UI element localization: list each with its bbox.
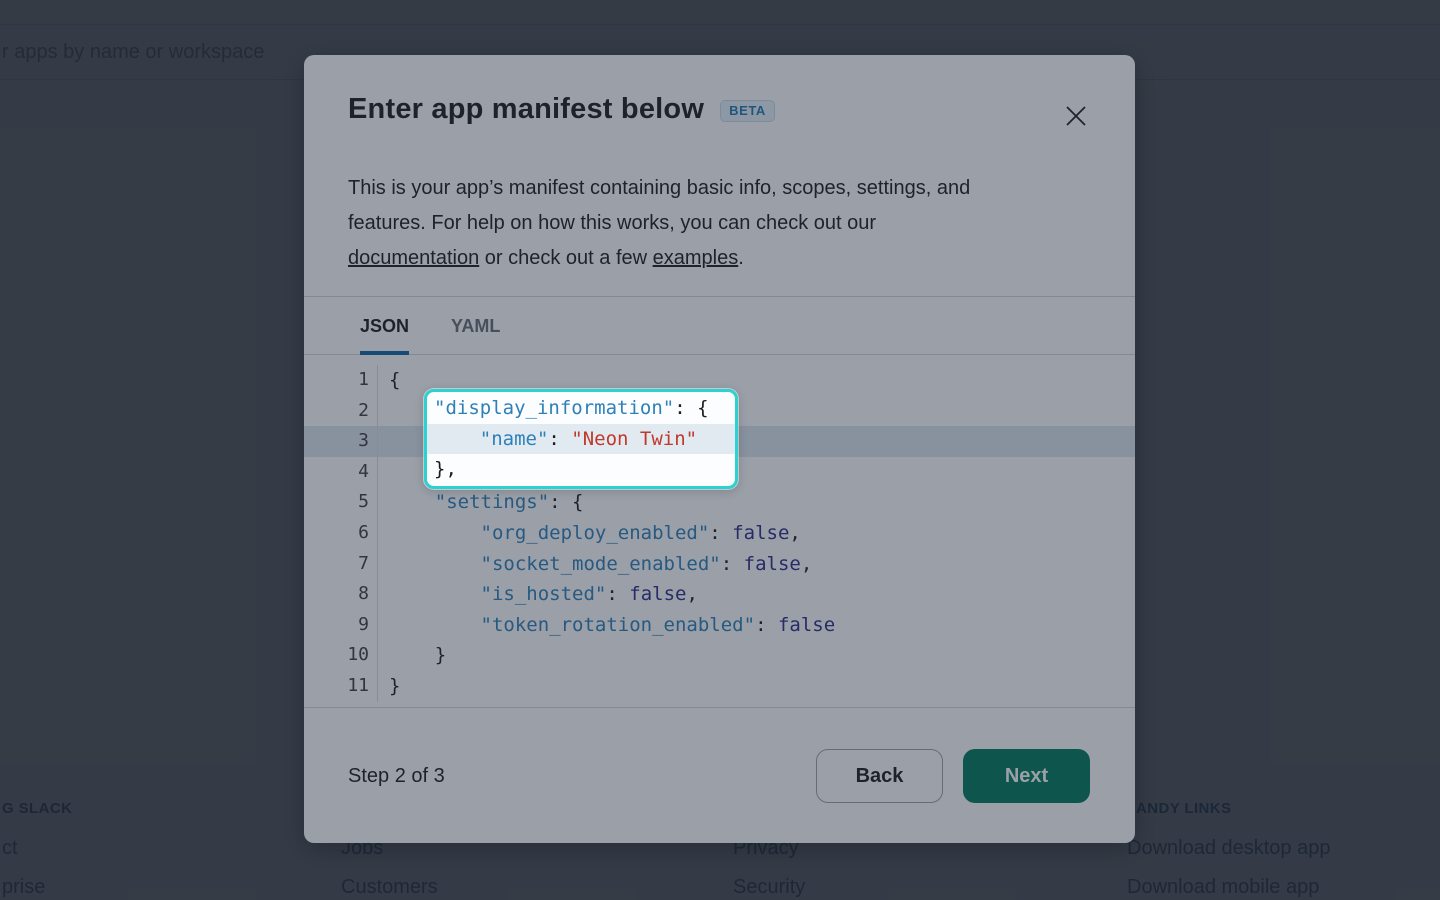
code-token: "Neon Twin": [571, 428, 697, 450]
code-token: "settings": [435, 491, 549, 513]
line-number: 1: [304, 365, 378, 396]
code-token: :: [721, 553, 744, 575]
description-link[interactable]: examples: [653, 247, 739, 269]
line-number: 2: [304, 396, 378, 427]
code-line: 9 "token_rotation_enabled": false: [304, 610, 1135, 641]
code-line: 7 "socket_mode_enabled": false,: [304, 549, 1135, 580]
code-content: "socket_mode_enabled": false,: [378, 549, 812, 580]
code-token: false: [778, 614, 835, 636]
code-token: false: [629, 583, 686, 605]
spotlight-code-line: "display_information": {: [434, 393, 725, 424]
code-token: :: [709, 522, 732, 544]
line-number: 8: [304, 579, 378, 610]
code-content: [378, 457, 389, 488]
code-token: [389, 522, 481, 544]
tab-yaml[interactable]: YAML: [451, 297, 500, 355]
code-token: :: [548, 428, 571, 450]
code-token: [389, 614, 481, 636]
description-link[interactable]: documentation: [348, 247, 479, 269]
code-token: :: [606, 583, 629, 605]
code-line: 10 }: [304, 640, 1135, 671]
code-content: }: [378, 640, 446, 671]
editor-tabs: JSON YAML: [304, 296, 1135, 355]
modal-description: This is your app’s manifest containing b…: [348, 171, 1088, 276]
code-token: [389, 583, 481, 605]
beta-badge: BETA: [720, 100, 775, 122]
code-line: 6 "org_deploy_enabled": false,: [304, 518, 1135, 549]
code-token: }: [389, 675, 400, 697]
line-number: 11: [304, 671, 378, 702]
code-token: ,: [801, 553, 812, 575]
code-content: "org_deploy_enabled": false,: [378, 518, 801, 549]
line-number: 4: [304, 457, 378, 488]
code-token: "is_hosted": [481, 583, 607, 605]
modal-title: Enter app manifest below: [348, 93, 704, 126]
code-line: 11}: [304, 671, 1135, 702]
code-token: "name": [480, 428, 549, 450]
line-number: 10: [304, 640, 378, 671]
spotlight-highlight: "display_information": { "name": "Neon T…: [424, 389, 738, 489]
code-content: }: [378, 671, 400, 702]
code-token: {: [389, 369, 400, 391]
code-content: {: [378, 365, 400, 396]
code-content: "is_hosted": false,: [378, 579, 698, 610]
code-token: : {: [549, 491, 583, 513]
spotlight-code-line: },: [434, 454, 725, 485]
code-token: ,: [686, 583, 697, 605]
code-token: }: [435, 644, 446, 666]
close-icon: [1063, 103, 1089, 129]
code-token: "token_rotation_enabled": [481, 614, 756, 636]
code-content: [378, 426, 389, 457]
close-button[interactable]: [1061, 101, 1091, 131]
code-token: [389, 491, 435, 513]
app-manifest-modal: Enter app manifest below BETA This is yo…: [304, 55, 1135, 843]
code-content: "token_rotation_enabled": false: [378, 610, 835, 641]
code-token: false: [732, 522, 789, 544]
code-line: 5 "settings": {: [304, 487, 1135, 518]
code-token: "display_information": [434, 397, 674, 419]
line-number: 7: [304, 549, 378, 580]
code-token: [434, 428, 480, 450]
spotlight-code-line: "name": "Neon Twin": [427, 424, 735, 455]
code-token: "org_deploy_enabled": [481, 522, 710, 544]
back-button[interactable]: Back: [816, 749, 943, 803]
line-number: 5: [304, 487, 378, 518]
code-token: [389, 644, 435, 666]
tab-json[interactable]: JSON: [360, 297, 409, 355]
code-token: false: [744, 553, 801, 575]
line-number: 6: [304, 518, 378, 549]
line-number: 9: [304, 610, 378, 641]
code-token: [389, 553, 481, 575]
step-indicator: Step 2 of 3: [348, 765, 445, 788]
code-content: [378, 396, 389, 427]
code-token: : {: [674, 397, 708, 419]
line-number: 3: [304, 426, 378, 457]
code-token: ,: [789, 522, 800, 544]
code-token: :: [755, 614, 778, 636]
code-content: "settings": {: [378, 487, 583, 518]
code-line: 8 "is_hosted": false,: [304, 579, 1135, 610]
code-token: },: [434, 458, 457, 480]
next-button[interactable]: Next: [963, 749, 1090, 803]
code-editor[interactable]: 1{2345 "settings": {6 "org_deploy_enable…: [304, 356, 1135, 708]
code-token: "socket_mode_enabled": [481, 553, 721, 575]
